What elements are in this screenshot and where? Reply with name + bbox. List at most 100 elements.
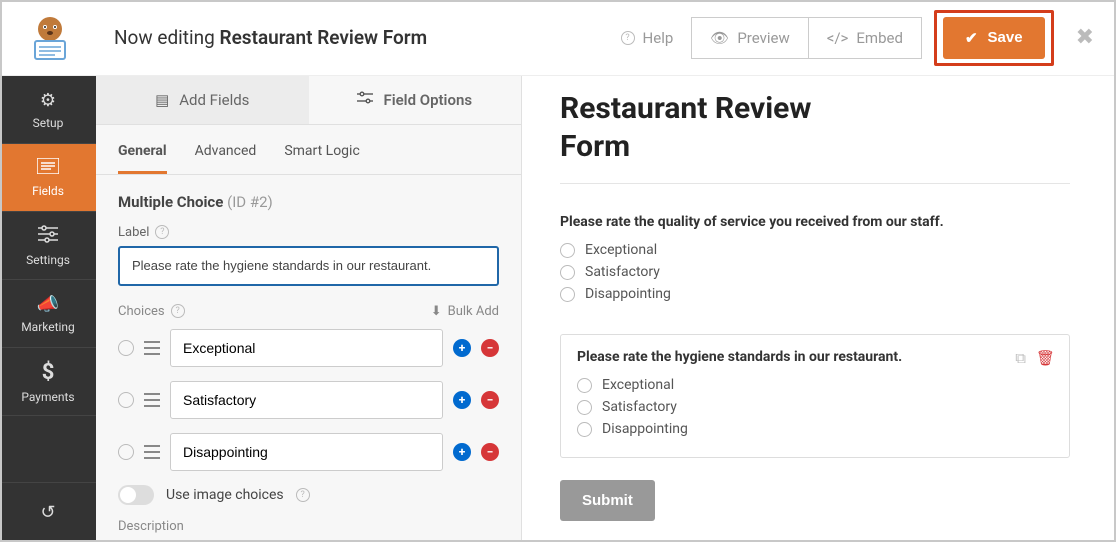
submit-button[interactable]: Submit: [560, 480, 655, 521]
question-option[interactable]: Satisfactory: [560, 264, 1070, 280]
choices-header: Choices ? ⬇ Bulk Add: [118, 304, 499, 319]
radio-icon: [560, 287, 575, 302]
form-name[interactable]: Restaurant Review Form: [220, 26, 428, 49]
add-choice-button[interactable]: +: [453, 391, 471, 409]
remove-choice-button[interactable]: −: [481, 391, 499, 409]
close-icon[interactable]: ✖: [1076, 25, 1094, 50]
panel-tabs: ▤ Add Fields Field Options: [96, 76, 521, 125]
add-choice-button[interactable]: +: [453, 339, 471, 357]
rail-fields-label: Fields: [32, 184, 64, 198]
choice-input[interactable]: [170, 433, 443, 471]
remove-choice-button[interactable]: −: [481, 443, 499, 461]
options-sidebar: ▤ Add Fields Field Options General Advan…: [96, 76, 522, 542]
left-rail: ⚙ Setup Fields Settings 📣 Marketing $ Pa…: [0, 76, 96, 542]
sliders-icon: [38, 225, 58, 248]
question-block-selected[interactable]: ⧉ 🗑 Please rate the hygiene standards in…: [560, 334, 1070, 458]
drag-handle-icon[interactable]: [144, 341, 160, 355]
history-icon: ↺: [40, 502, 55, 523]
tab-field-options[interactable]: Field Options: [309, 76, 522, 124]
choice-input[interactable]: [170, 329, 443, 367]
question-label: Please rate the hygiene standards in our…: [577, 349, 1053, 365]
rail-payments-label: Payments: [21, 390, 74, 404]
option-text: Disappointing: [585, 286, 671, 302]
help-button[interactable]: ? Help: [603, 17, 692, 59]
form-preview: Restaurant Review Form Please rate the q…: [522, 76, 1108, 542]
option-text: Exceptional: [602, 377, 674, 393]
choices-title: Choices: [118, 304, 165, 319]
tab-add-fields[interactable]: ▤ Add Fields: [96, 76, 309, 124]
add-choice-button[interactable]: +: [453, 443, 471, 461]
option-text: Satisfactory: [585, 264, 660, 280]
eye-icon: 👁: [710, 29, 729, 47]
list-icon: ▤: [155, 91, 169, 109]
sub-tab-advanced[interactable]: Advanced: [195, 137, 257, 174]
help-icon[interactable]: ?: [155, 225, 169, 239]
field-type-label: Multiple Choice: [118, 193, 223, 211]
option-text: Exceptional: [585, 242, 657, 258]
question-option[interactable]: Exceptional: [577, 377, 1053, 393]
remove-choice-button[interactable]: −: [481, 339, 499, 357]
question-option[interactable]: Exceptional: [560, 242, 1070, 258]
label-input[interactable]: [118, 246, 499, 286]
duplicate-icon[interactable]: ⧉: [1015, 349, 1026, 367]
panel-body: Multiple Choice (ID #2) Label ? Choices …: [96, 175, 521, 542]
embed-label: Embed: [856, 29, 903, 47]
embed-button[interactable]: </> Embed: [809, 17, 922, 59]
sub-tab-general[interactable]: General: [118, 137, 167, 174]
download-icon: ⬇: [431, 304, 442, 319]
code-icon: </>: [827, 29, 849, 47]
description-label: Description: [118, 519, 499, 534]
drag-handle-icon[interactable]: [144, 445, 160, 459]
image-choices-row: Use image choices ?: [118, 485, 499, 505]
help-icon[interactable]: ?: [171, 304, 185, 318]
bulk-add-button[interactable]: ⬇ Bulk Add: [431, 304, 499, 319]
choice-default-radio[interactable]: [118, 340, 134, 356]
radio-icon: [577, 422, 592, 437]
save-button[interactable]: ✔ Save: [943, 17, 1045, 59]
sub-tab-smart[interactable]: Smart Logic: [284, 137, 359, 174]
dollar-icon: $: [42, 360, 55, 385]
label-title: Label ?: [118, 225, 499, 240]
rail-setup[interactable]: ⚙ Setup: [0, 76, 96, 144]
trash-icon[interactable]: 🗑: [1036, 349, 1055, 367]
choice-row: + −: [118, 433, 499, 471]
choice-default-radio[interactable]: [118, 444, 134, 460]
question-option[interactable]: Disappointing: [560, 286, 1070, 302]
choice-input[interactable]: [170, 381, 443, 419]
rail-payments[interactable]: $ Payments: [0, 348, 96, 416]
form-icon: [37, 158, 59, 179]
radio-icon: [577, 400, 592, 415]
editing-prefix: Now editing: [114, 26, 215, 49]
question-option[interactable]: Disappointing: [577, 421, 1053, 437]
radio-icon: [577, 378, 592, 393]
help-icon[interactable]: ?: [296, 488, 310, 502]
rail-marketing[interactable]: 📣 Marketing: [0, 280, 96, 348]
question-label: Please rate the quality of service you r…: [560, 214, 1070, 230]
choice-row: + −: [118, 381, 499, 419]
rail-revisions[interactable]: ↺: [0, 482, 96, 542]
rail-settings-label: Settings: [26, 253, 70, 267]
question-option[interactable]: Satisfactory: [577, 399, 1053, 415]
radio-icon: [560, 243, 575, 258]
choice-default-radio[interactable]: [118, 392, 134, 408]
question-block[interactable]: Please rate the quality of service you r…: [560, 210, 1070, 312]
question-actions: ⧉ 🗑: [1015, 349, 1055, 367]
option-text: Disappointing: [602, 421, 688, 437]
choice-row: + −: [118, 329, 499, 367]
help-label: Help: [643, 29, 674, 47]
label-row: Label ?: [118, 225, 499, 286]
sub-tabs: General Advanced Smart Logic: [96, 125, 521, 175]
rail-setup-label: Setup: [33, 116, 64, 130]
image-choices-label: Use image choices: [166, 487, 284, 503]
gear-icon: ⚙: [40, 90, 56, 111]
top-bar: Now editing Restaurant Review Form ? Hel…: [0, 0, 1116, 76]
image-choices-toggle[interactable]: [118, 485, 154, 505]
drag-handle-icon[interactable]: [144, 393, 160, 407]
rail-settings[interactable]: Settings: [0, 212, 96, 280]
divider: [560, 183, 1070, 184]
radio-icon: [560, 265, 575, 280]
rail-fields[interactable]: Fields: [0, 144, 96, 212]
sliders-icon: [357, 91, 373, 109]
check-icon: ✔: [965, 29, 978, 47]
preview-button[interactable]: 👁 Preview: [691, 17, 808, 59]
